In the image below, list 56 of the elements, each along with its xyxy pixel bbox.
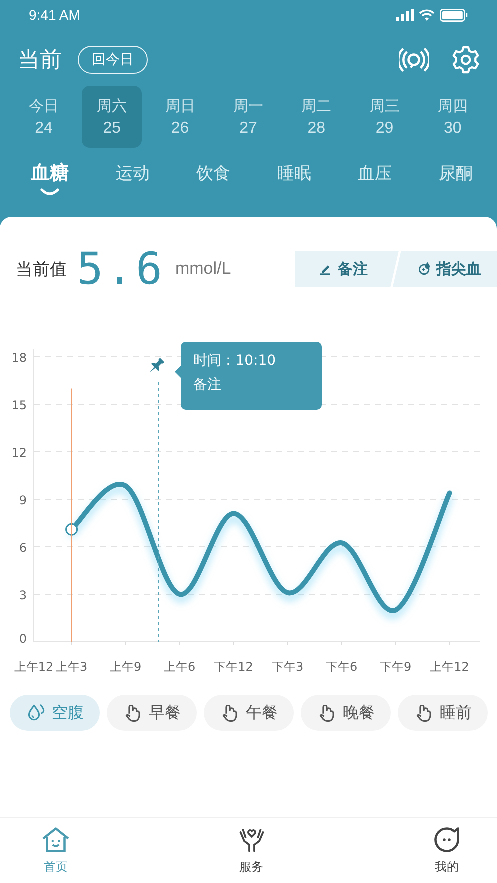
- meal-tag[interactable]: 睡前: [398, 695, 488, 731]
- nav-item[interactable]: 我的: [419, 818, 475, 883]
- broadcast-icon[interactable]: [399, 45, 429, 75]
- tooltip-arrow: [174, 366, 181, 378]
- y-axis-label: 0: [19, 632, 27, 646]
- x-axis-label: 下午6: [326, 660, 358, 674]
- x-axis-label: 上午9: [110, 660, 142, 674]
- reading-value: 5.6: [77, 244, 166, 294]
- reading-label: 当前值: [16, 258, 67, 280]
- nav-item[interactable]: 服务: [224, 818, 280, 883]
- x-axis-label: 上午12: [430, 660, 470, 674]
- x-axis-label: 下午3: [272, 660, 304, 674]
- y-axis-label: 12: [12, 446, 27, 460]
- date-item[interactable]: 周一 27: [218, 86, 278, 148]
- date-item[interactable]: 今日 24: [14, 86, 74, 148]
- status-time: 9:41 AM: [29, 7, 80, 23]
- date-item[interactable]: 周四 30: [422, 86, 483, 148]
- reading-unit: mmol/L: [175, 259, 232, 279]
- category-tab[interactable]: 饮食: [196, 160, 231, 186]
- meal-tag[interactable]: 空腹: [10, 695, 100, 731]
- category-tab[interactable]: 血压: [358, 160, 392, 186]
- note-button[interactable]: 备注: [295, 251, 399, 287]
- settings-icon[interactable]: [451, 45, 481, 75]
- date-item[interactable]: 周二 28: [286, 86, 347, 148]
- nav-item[interactable]: 首页: [28, 818, 84, 883]
- wifi-icon: [419, 9, 435, 21]
- y-axis-label: 9: [19, 494, 27, 508]
- date-item[interactable]: 周日 26: [150, 86, 210, 148]
- x-axis-label: 上午12: [14, 660, 54, 674]
- y-axis-label: 18: [12, 351, 27, 366]
- finger-blood-button[interactable]: 指尖血: [393, 251, 497, 287]
- category-tab[interactable]: 尿酮: [438, 160, 473, 186]
- meal-tag[interactable]: 午餐: [204, 695, 294, 731]
- x-axis-label: 上午3: [56, 660, 88, 674]
- data-point: [66, 523, 78, 536]
- signal-icon: [396, 9, 414, 21]
- category-tab[interactable]: 血糖: [31, 160, 69, 186]
- x-axis-label: 下午12: [214, 660, 254, 674]
- date-item[interactable]: 周三 29: [354, 86, 415, 148]
- page-title: 当前: [18, 47, 62, 75]
- battery-icon: [440, 8, 468, 22]
- drop-icon: [416, 261, 432, 277]
- y-axis-label: 15: [12, 398, 27, 413]
- meal-tag[interactable]: 晚餐: [301, 695, 391, 731]
- smiley-icon: [432, 825, 462, 855]
- today-button[interactable]: 回今日: [78, 46, 148, 74]
- category-tab[interactable]: 运动: [116, 160, 150, 186]
- category-tab[interactable]: 睡眠: [277, 160, 312, 186]
- y-axis-label: 3: [19, 588, 27, 602]
- meal-tag[interactable]: 早餐: [107, 695, 197, 731]
- y-axis-label: 6: [19, 541, 27, 556]
- home-icon: [41, 825, 71, 855]
- date-item[interactable]: 周六 25: [82, 86, 142, 148]
- x-axis-label: 下午9: [380, 660, 412, 674]
- x-axis-label: 上午6: [164, 660, 196, 674]
- tab-indicator-icon: [40, 188, 60, 195]
